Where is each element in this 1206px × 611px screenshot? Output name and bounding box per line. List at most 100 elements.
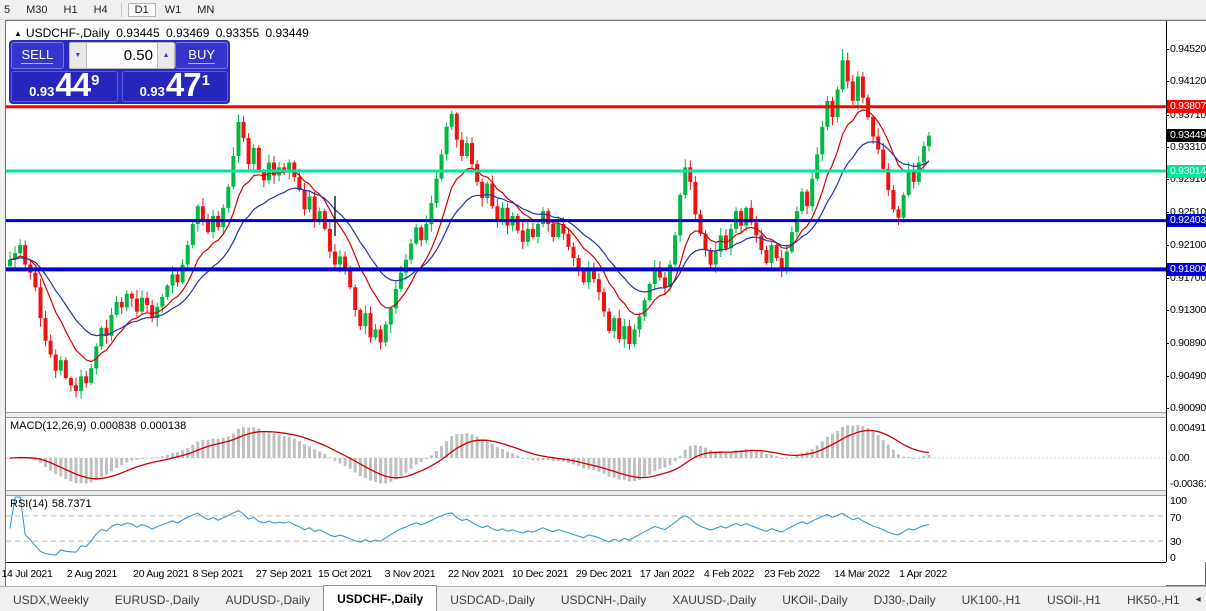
tab-scroll-left-icon[interactable]: ◂ — [1193, 594, 1204, 605]
price-axis: 0.94520 0.94120 0.93710 0.93310 0.92910 0.925… — [1166, 21, 1206, 564]
spin-up-icon: ▲ — [162, 52, 170, 59]
price-axis-tick: 0.92100 — [1166, 239, 1206, 251]
chart-title-ohlc: ▲ USDCHF-,Daily 0.93445 0.93469 0.93355 0… — [14, 26, 312, 40]
date-axis-label: 17 Jan 2022 — [639, 568, 695, 580]
time-axis: 14 Jul 2021 2 Aug 2021 20 Aug 2021 8 Sep 20… — [2, 562, 1166, 586]
rsi-value: 58.7371 — [51, 498, 92, 510]
spin-down-icon: ▼ — [74, 52, 82, 59]
buy-button[interactable]: BUY — [175, 42, 228, 69]
chart-tab-eurusd[interactable]: EURUSD-,Daily — [102, 587, 213, 611]
macd-axis-tick: 0.00491 — [1170, 422, 1206, 434]
ohlc-close: 0.93449 — [265, 26, 309, 40]
tick-mark — [1166, 147, 1169, 149]
price-axis-tick: 0.93310 — [1166, 141, 1206, 153]
volume-decrease-button[interactable]: ▼ — [68, 42, 87, 69]
bid-price-display[interactable]: 0.93 44 9 — [11, 68, 118, 102]
timeframe-button-m30[interactable]: M30 — [19, 3, 54, 17]
level-price-label: 0.93807 — [1167, 100, 1206, 114]
date-axis-label: 10 Dec 2021 — [511, 568, 569, 580]
macd-name: MACD(12,26,9) — [10, 420, 87, 432]
rsi-axis-tick: 30 — [1170, 536, 1182, 548]
tick-mark — [1166, 408, 1169, 409]
rsi-axis-tick: 70 — [1170, 512, 1182, 524]
chart-tab-usdcnh[interactable]: USDCNH-,Daily — [548, 587, 659, 611]
date-axis-label: 4 Feb 2022 — [703, 568, 755, 580]
price-axis-tick: 0.94520 — [1166, 43, 1206, 55]
collapse-triangle-icon[interactable]: ▲ — [14, 29, 22, 38]
ask-price-display[interactable]: 0.93 47 1 — [121, 68, 228, 102]
macd-value-signal: 0.000138 — [140, 420, 187, 432]
sell-button[interactable]: SELL — [11, 42, 64, 69]
price-axis-tick: 0.94120 — [1166, 75, 1206, 87]
tick-mark — [1166, 245, 1169, 247]
chart-tab-usdcad[interactable]: USDCAD-,Daily — [437, 587, 548, 611]
macd-axis-tick: -0.00361 — [1170, 478, 1206, 490]
price-axis-tick: 0.90890 — [1166, 337, 1206, 349]
timeframe-button-h4[interactable]: H4 — [87, 3, 115, 17]
price-axis-tick: 0.90490 — [1166, 370, 1206, 382]
date-axis-label: 1 Apr 2022 — [899, 568, 947, 580]
rsi-chart — [6, 496, 1166, 556]
chart-tab-audusd[interactable]: AUDUSD-,Daily — [212, 587, 323, 611]
timeframe-button-w1[interactable]: W1 — [158, 3, 189, 17]
chart-tab-usdx[interactable]: USDX,Weekly — [0, 587, 102, 611]
chart-tab-hk50[interactable]: HK50-,H1 — [1114, 587, 1193, 611]
tick-mark — [1166, 49, 1169, 50]
macd-value-main: 0.000838 — [90, 420, 137, 432]
ohlc-high: 0.93469 — [166, 26, 210, 40]
date-axis-label: 20 Aug 2021 — [133, 568, 189, 580]
rsi-axis-tick: 100 — [1170, 495, 1187, 507]
macd-pane: MACD(12,26,9) 0.000838 0.000138 — [6, 418, 1166, 490]
mt4-terminal: 5 M30 H1 H4 D1 W1 MN ▲ USDCHF-,Daily 0.93445 0.… — [0, 0, 1206, 611]
date-axis-label: 15 Oct 2021 — [318, 568, 372, 580]
rsi-pane: RSI(14) 58.7371 — [6, 496, 1166, 562]
timeframe-button-d1[interactable]: D1 — [127, 2, 156, 17]
tick-mark — [1166, 179, 1169, 181]
level-price-label: 0.93014 — [1167, 164, 1206, 178]
date-axis-label: 14 Mar 2022 — [834, 568, 890, 580]
chart-tab-xauusd[interactable]: XAUUSD-,Daily — [659, 587, 769, 611]
timeframe-button-h1[interactable]: H1 — [57, 3, 85, 17]
chart-tab-ukoil[interactable]: UKOil-,Daily — [769, 587, 860, 611]
ohlc-low: 0.93355 — [215, 26, 260, 40]
chart-tab-usdchf[interactable]: USDCHF-,Daily — [323, 585, 438, 611]
price-axis-tick: 0.90090 — [1166, 402, 1206, 414]
level-price-label: 0.91800 — [1167, 262, 1206, 276]
tick-mark — [1166, 81, 1169, 83]
date-axis-label: 23 Feb 2022 — [764, 568, 820, 580]
macd-axis-tick: 0.00 — [1170, 452, 1190, 464]
tick-mark — [1166, 309, 1169, 311]
tick-mark — [1166, 114, 1169, 116]
tick-mark — [1166, 277, 1169, 279]
timeframe-button-5[interactable]: 5 — [0, 3, 17, 17]
one-click-trade-panel: SELL ▼ ▲ BUY 0.93449 0.93471 — [9, 40, 230, 104]
date-axis-label: 27 Sep 2021 — [255, 568, 313, 580]
tick-mark — [1166, 211, 1169, 213]
chart-window: ▲ USDCHF-,Daily 0.93445 0.93469 0.93355 0… — [2, 20, 1206, 586]
price-axis-tick: 0.91300 — [1166, 304, 1206, 316]
timeframe-button-mn[interactable]: MN — [190, 3, 221, 17]
toolbar-separator — [120, 2, 122, 17]
symbol-name: USDCHF-,Daily — [25, 26, 110, 40]
macd-label: MACD(12,26,9) 0.000838 0.000138 — [10, 420, 190, 432]
level-price-label: 0.92403 — [1167, 214, 1206, 228]
tick-mark — [1166, 375, 1169, 377]
date-axis-label: 29 Dec 2021 — [575, 568, 633, 580]
chart-tab-usoil[interactable]: USOil-,H1 — [1034, 587, 1114, 611]
date-axis-label: 3 Nov 2021 — [384, 568, 436, 580]
volume-increase-button[interactable]: ▲ — [157, 42, 176, 69]
rsi-axis-tick: 0 — [1170, 552, 1176, 564]
date-axis-label: 14 Jul 2021 — [1, 568, 53, 580]
date-axis-label: 22 Nov 2021 — [447, 568, 505, 580]
chart-tab-uk100[interactable]: UK100-,H1 — [949, 587, 1034, 611]
timeframe-toolbar: 5 M30 H1 H4 D1 W1 MN — [0, 0, 1206, 20]
price-chart-pane: ▲ USDCHF-,Daily 0.93445 0.93469 0.93355 0… — [6, 21, 1166, 412]
volume-input[interactable] — [87, 42, 157, 69]
tick-mark — [1166, 343, 1169, 345]
rsi-label: RSI(14) 58.7371 — [10, 498, 96, 510]
rsi-name: RSI(14) — [10, 498, 48, 510]
date-axis-label: 2 Aug 2021 — [66, 568, 118, 580]
ohlc-open: 0.93445 — [116, 26, 160, 40]
tab-scroll-arrows: ◂▸ — [1193, 587, 1206, 611]
chart-tab-dj30[interactable]: DJ30-,Daily — [861, 587, 949, 611]
